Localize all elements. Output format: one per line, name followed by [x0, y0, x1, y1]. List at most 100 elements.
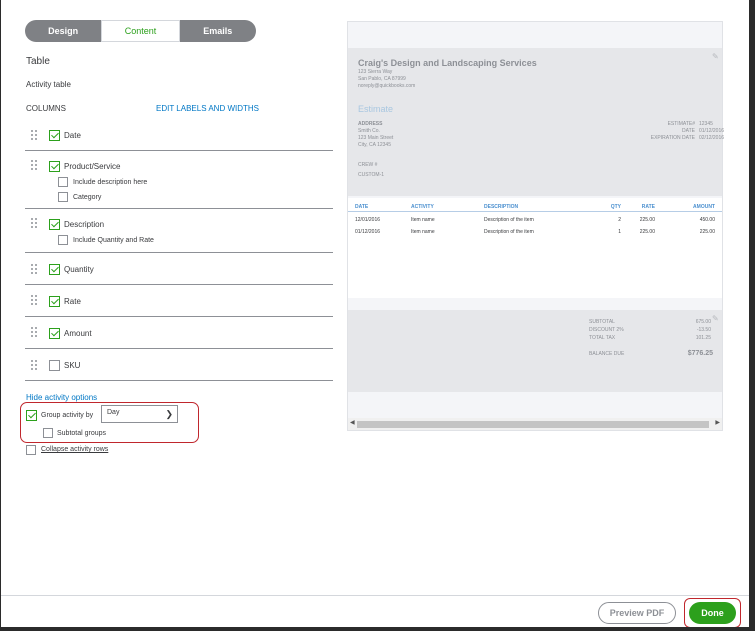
footer-divider — [1, 595, 749, 596]
tab-design[interactable]: Design — [25, 20, 101, 42]
column-description-checkbox[interactable] — [49, 219, 60, 230]
preview-pdf-button[interactable]: Preview PDF — [598, 602, 676, 624]
scrollbar-thumb[interactable] — [357, 421, 709, 428]
group-by-value: Day — [107, 409, 120, 416]
preview-total-key: SUBTOTAL — [589, 319, 615, 325]
columns-label: COLUMNS — [26, 104, 67, 113]
divider — [25, 380, 333, 381]
hide-activity-options-link[interactable]: Hide activity options — [26, 393, 97, 402]
preview-balance-label: BALANCE DUE — [589, 351, 625, 357]
column-date-checkbox[interactable] — [49, 130, 60, 141]
divider — [25, 208, 333, 209]
drag-handle-icon[interactable] — [31, 360, 39, 370]
preview-th-activity: ACTIVITY — [411, 204, 434, 210]
preview-th-description: DESCRIPTION — [484, 204, 519, 210]
table-cell: 450.00 — [699, 217, 715, 223]
table-cell: Description of the item — [484, 229, 534, 235]
preview-address-line: 123 Main Street — [358, 135, 394, 141]
table-cell: 225.00 — [699, 229, 715, 235]
table-cell: Item name — [411, 217, 435, 223]
include-description-checkbox[interactable] — [58, 177, 68, 187]
preview-company-addr: San Pablo, CA 87999 — [358, 76, 406, 82]
divider — [25, 252, 333, 253]
table-cell: 225.00 — [639, 229, 655, 235]
group-activity-checkbox[interactable] — [26, 410, 37, 421]
include-qty-rate-checkbox[interactable] — [58, 235, 68, 245]
collapse-rows-checkbox[interactable] — [26, 445, 36, 455]
category-label: Category — [73, 194, 102, 201]
column-quantity-label: Quantity — [64, 265, 94, 274]
subtotal-groups-label: Subtotal groups — [57, 430, 107, 437]
include-qty-rate-label: Include Quantity and Rate — [73, 237, 154, 244]
preview-meta-value: 01/12/2016 — [699, 128, 725, 134]
done-button[interactable]: Done — [689, 602, 736, 624]
table-cell: 1 — [618, 229, 621, 235]
preview-th-rate: RATE — [641, 204, 655, 210]
preview-crew-label: CREW # — [358, 162, 378, 168]
divider — [25, 284, 333, 285]
preview-meta-value: 12345 — [699, 121, 713, 127]
preview-total-key: TOTAL TAX — [589, 335, 616, 341]
drag-handle-icon[interactable] — [31, 264, 39, 274]
divider — [25, 150, 333, 151]
table-cell: 225.00 — [639, 217, 655, 223]
column-product-label: Product/Service — [64, 162, 121, 171]
table-cell: 12/01/2016 — [355, 217, 381, 223]
table-cell: Description of the item — [484, 217, 534, 223]
column-sku-checkbox[interactable] — [49, 360, 60, 371]
drag-handle-icon[interactable] — [31, 160, 39, 170]
pencil-icon[interactable]: ✎ — [712, 314, 719, 323]
divider — [25, 316, 333, 317]
group-activity-label: Group activity by — [41, 412, 94, 419]
scroll-left-icon[interactable]: ◀ — [350, 419, 355, 426]
preview-address-line: Smith Co. — [358, 128, 380, 134]
column-rate-checkbox[interactable] — [49, 296, 60, 307]
column-amount-checkbox[interactable] — [49, 328, 60, 339]
edit-labels-link[interactable]: EDIT LABELS AND WIDTHS — [156, 104, 259, 113]
preview-total-value: 101.25 — [695, 335, 711, 341]
column-sku-label: SKU — [64, 361, 81, 370]
preview-company-name: Craig's Design and Landscaping Services — [358, 58, 537, 68]
tab-content[interactable]: Content — [101, 20, 180, 42]
drag-handle-icon[interactable] — [31, 295, 39, 305]
divider — [25, 348, 333, 349]
column-amount-label: Amount — [64, 329, 92, 338]
table-header-divider — [348, 211, 722, 212]
drag-handle-icon[interactable] — [31, 130, 39, 140]
preview-th-qty: QTY — [610, 204, 621, 210]
drag-handle-icon[interactable] — [31, 218, 39, 228]
section-title: Table — [26, 56, 50, 67]
preview-company-addr: 123 Sierra Way — [358, 69, 393, 75]
include-description-label: Include description here — [73, 179, 148, 186]
table-cell: 2 — [618, 217, 621, 223]
group-by-select[interactable]: Day ❯ — [101, 405, 178, 423]
drag-handle-icon[interactable] — [31, 327, 39, 337]
preview-meta-value: 02/12/2016 — [699, 135, 725, 141]
preview-horizontal-scrollbar[interactable]: ◀ ▶ — [348, 418, 722, 430]
preview-total-value: -13.50 — [696, 327, 711, 333]
category-checkbox[interactable] — [58, 192, 68, 202]
preview-crew-value: CUSTOM-1 — [358, 172, 385, 178]
column-quantity-checkbox[interactable] — [49, 264, 60, 275]
column-date-label: Date — [64, 131, 81, 140]
tab-bar: Design Content Emails — [25, 20, 256, 42]
column-rate-label: Rate — [64, 297, 81, 306]
column-product-checkbox[interactable] — [49, 161, 60, 172]
section-subtitle: Activity table — [26, 80, 71, 89]
table-cell: Item name — [411, 229, 435, 235]
preview-th-amount: AMOUNT — [693, 204, 715, 210]
chevron-down-icon: ❯ — [165, 409, 173, 419]
preview-address-label: ADDRESS — [358, 121, 383, 127]
scroll-right-icon[interactable]: ▶ — [715, 419, 720, 426]
preview-activity-table[interactable] — [348, 198, 722, 298]
preview-doc-title: Estimate — [358, 104, 394, 114]
preview-th-date: DATE — [355, 204, 369, 210]
preview-address-line: City, CA 12345 — [358, 142, 391, 148]
preview-meta-key: EXPIRATION DATE — [650, 135, 695, 141]
subtotal-groups-checkbox[interactable] — [43, 428, 53, 438]
preview-meta-key: ESTIMATE# — [667, 121, 695, 127]
tab-emails[interactable]: Emails — [180, 20, 256, 42]
column-description-label: Description — [64, 220, 105, 229]
pencil-icon[interactable]: ✎ — [712, 52, 719, 61]
preview-total-value: 675.00 — [695, 319, 711, 325]
